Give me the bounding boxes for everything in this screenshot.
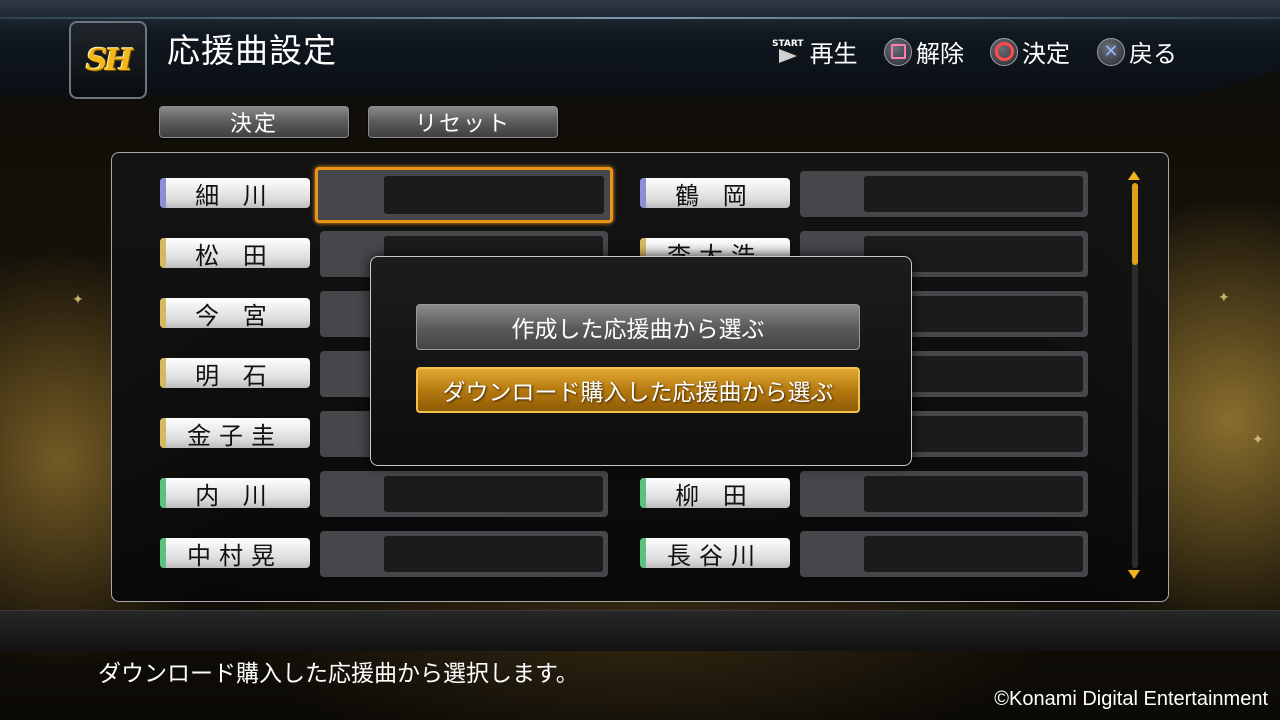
hint-back-label: 戻る xyxy=(1129,40,1177,68)
start-button-icon: START xyxy=(772,40,804,63)
circle-button-icon xyxy=(990,37,1018,66)
song-slot[interactable] xyxy=(800,171,1088,217)
song-slot-field xyxy=(864,536,1083,572)
song-slot-field xyxy=(384,176,604,214)
hint-back[interactable]: ✕ 戻る xyxy=(1097,34,1177,69)
option-downloaded-songs[interactable]: ダウンロード購入した応援曲から選ぶ xyxy=(416,367,860,413)
hint-confirm-label: 決定 xyxy=(1022,40,1070,68)
player-name-tag: 柳 田 xyxy=(640,478,790,508)
song-slot-selected[interactable] xyxy=(315,167,613,223)
player-name-tag: 松 田 xyxy=(160,238,310,268)
player-row[interactable]: 内 川 xyxy=(160,471,610,517)
song-slot[interactable] xyxy=(320,471,608,517)
player-name-tag: 内 川 xyxy=(160,478,310,508)
player-name-tag: 今 宮 xyxy=(160,298,310,328)
player-row[interactable]: 中村晃 xyxy=(160,531,610,577)
sparkle-decoration: ✦ xyxy=(72,292,84,308)
player-name-tag: 長谷川 xyxy=(640,538,790,568)
song-slot[interactable] xyxy=(800,531,1088,577)
player-name-tag: 鶴 岡 xyxy=(640,178,790,208)
song-slot[interactable] xyxy=(800,471,1088,517)
scroll-up-icon[interactable] xyxy=(1128,171,1140,180)
copyright-text: ©Konami Digital Entertainment xyxy=(994,688,1268,710)
team-logo: SH xyxy=(69,21,147,99)
song-slot-field xyxy=(384,536,603,572)
song-slot-field xyxy=(864,176,1083,212)
option-created-songs[interactable]: 作成した応援曲から選ぶ xyxy=(416,304,860,350)
hint-confirm[interactable]: 決定 xyxy=(990,34,1070,69)
player-name-tag: 明 石 xyxy=(160,358,310,388)
player-row[interactable]: 細 川 xyxy=(160,167,613,223)
song-source-dialog: 作成した応援曲から選ぶ ダウンロード購入した応援曲から選ぶ xyxy=(370,256,912,466)
player-row[interactable]: 鶴 岡 xyxy=(640,171,1090,217)
song-slot[interactable] xyxy=(320,531,608,577)
hint-play[interactable]: START 再生 xyxy=(772,34,858,69)
hint-clear[interactable]: 解除 xyxy=(884,34,964,69)
player-name-tag: 細 川 xyxy=(160,178,310,208)
player-row[interactable]: 長谷川 xyxy=(640,531,1090,577)
song-slot-field xyxy=(864,476,1083,512)
hint-play-label: 再生 xyxy=(809,40,858,68)
player-row[interactable]: 柳 田 xyxy=(640,471,1090,517)
scroll-down-icon[interactable] xyxy=(1128,570,1140,579)
song-slot-field xyxy=(384,476,603,512)
scrollbar-thumb[interactable] xyxy=(1132,183,1138,265)
confirm-button[interactable]: 決定 xyxy=(159,106,349,138)
header-divider xyxy=(0,17,1280,19)
player-name-tag: 金子圭 xyxy=(160,418,310,448)
player-name-tag: 中村晃 xyxy=(160,538,310,568)
page-title: 応援曲設定 xyxy=(167,31,337,70)
cross-button-icon: ✕ xyxy=(1097,37,1125,66)
footer-bar xyxy=(0,610,1280,651)
sparkle-decoration: ✦ xyxy=(1218,290,1230,306)
reset-button[interactable]: リセット xyxy=(368,106,558,138)
team-logo-text: SH xyxy=(85,42,133,78)
help-text: ダウンロード購入した応援曲から選択します。 xyxy=(98,661,579,687)
square-button-icon xyxy=(884,37,912,66)
hint-clear-label: 解除 xyxy=(916,40,964,68)
sparkle-decoration: ✦ xyxy=(1252,432,1264,448)
